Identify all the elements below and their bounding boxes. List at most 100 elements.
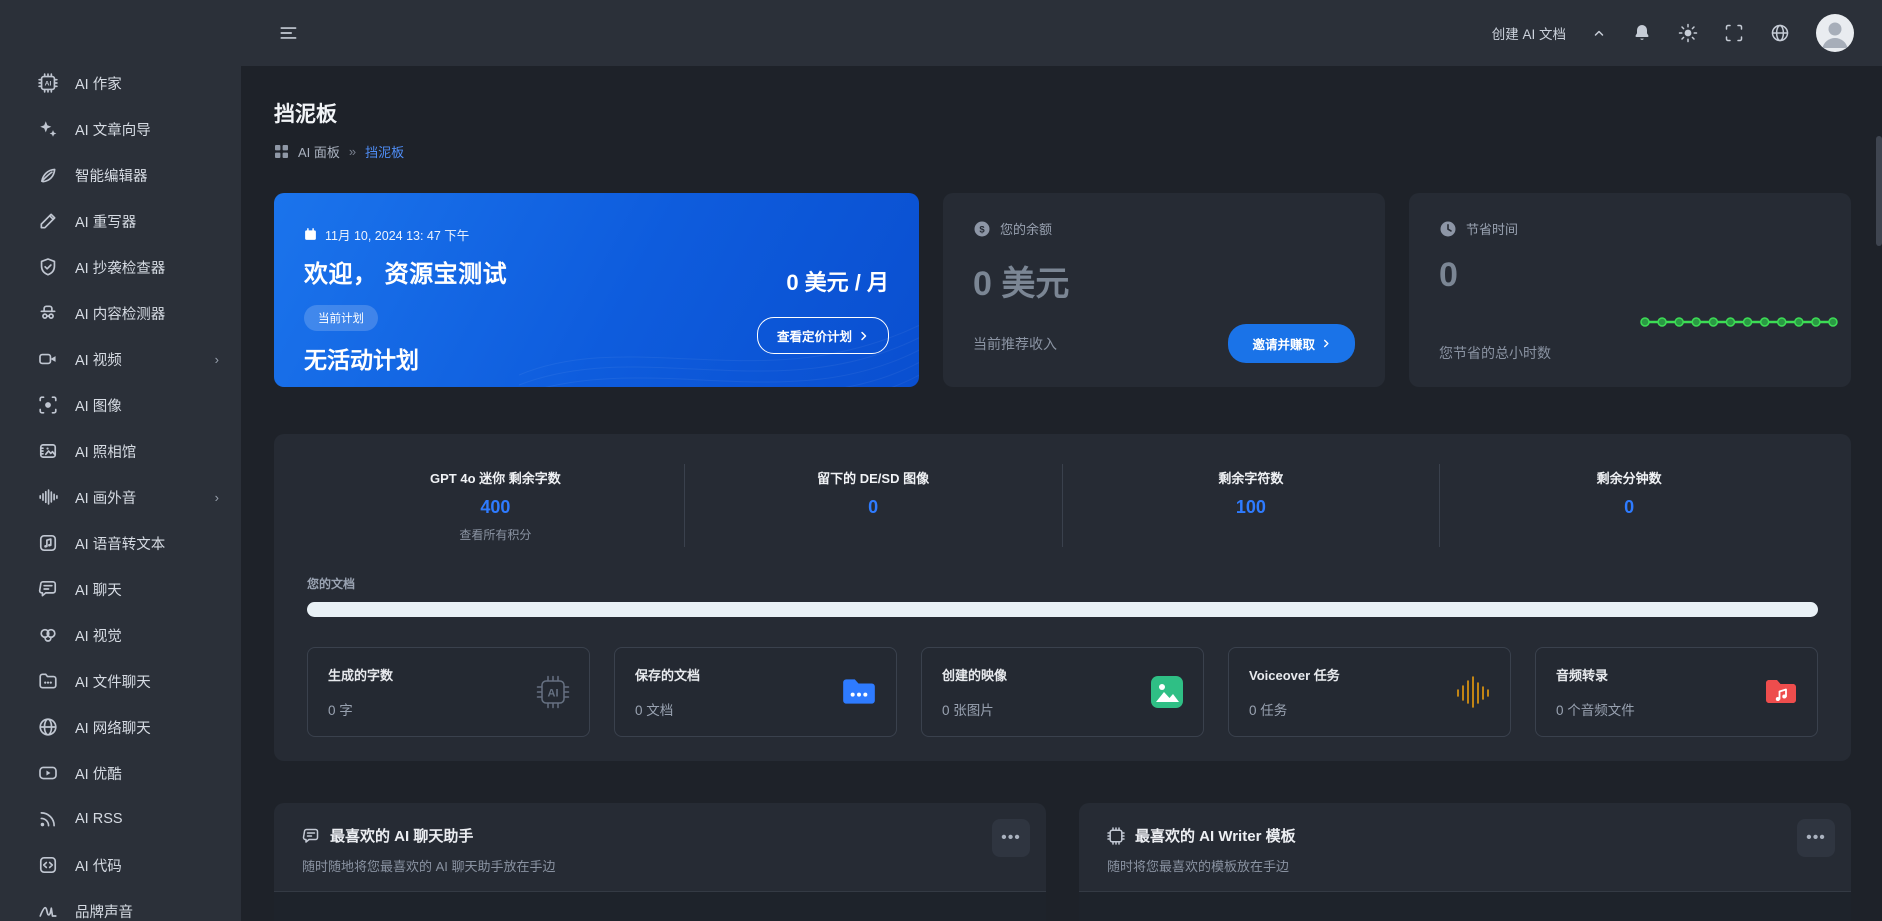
svg-text:$: $ [979,224,985,235]
sidebar-item-smart-editor[interactable]: 智能编辑器 [0,152,241,198]
sidebar-item-ai-rewriter[interactable]: AI 重写器 [0,198,241,244]
svg-text:AI: AI [548,688,559,700]
credit-col-desd-images: 留下的 DE/SD 图像 0 [685,464,1063,547]
page-content: 挡泥板 AI 面板 » 挡泥板 [241,66,1882,921]
create-ai-doc-button[interactable]: 创建 AI 文档 [1492,23,1566,43]
stat-tile-label: 生成的字数 [328,665,569,684]
more-options-button[interactable]: ••• [1797,819,1835,857]
invite-earn-button[interactable]: 邀请并赚取 [1228,324,1355,363]
user-avatar[interactable] [1816,14,1854,52]
credit-link [1450,526,1808,540]
sidebar-item-ai-video[interactable]: AI 视频 › [0,336,241,382]
balance-note: 当前推荐收入 [973,334,1057,354]
breadcrumb: AI 面板 » 挡泥板 [274,142,1851,161]
chevron-right-icon [859,331,869,341]
credit-col-gpt4o-words: GPT 4o 迷你 剩余字数 400 查看所有积分 [307,464,685,547]
main-area: 创建 AI 文档 挡泥板 AI 面板 » 挡泥板 [241,0,1882,921]
sidebar-item-label: AI 文章向导 [75,119,151,140]
top-cards-row: 11月 10, 2024 13: 47 下午 欢迎， 资源宝测试 当前计划 无活… [274,193,1851,387]
sidebar-item-brand-voice[interactable]: 品牌声音 [0,888,241,921]
time-saved-title: 节省时间 [1466,219,1518,238]
stat-tile-images-created: 创建的映像 0 张图片 [921,647,1204,737]
sidebar-item-label: AI 聊天 [75,579,122,600]
sidebar-item-label: AI 作家 [75,73,122,94]
language-globe-icon[interactable] [1770,23,1790,43]
view-all-credits-link[interactable]: 查看所有积分 [317,526,674,543]
balance-amount: 0 美元 [973,256,1355,305]
sidebar-item-ai-rss[interactable]: AI RSS [0,796,241,842]
current-plan-badge: 当前计划 [304,305,378,331]
favorite-chat-subtitle: 随时随地将您最喜欢的 AI 聊天助手放在手边 [302,856,1018,875]
image-capture-icon [38,395,58,415]
sidebar-item-ai-chat[interactable]: AI 聊天 [0,566,241,612]
time-saved-note: 您节省的总小时数 [1439,343,1551,363]
chevron-up-icon[interactable] [1592,26,1606,40]
sidebar-item-ai-file-chat[interactable]: AI 文件聊天 [0,658,241,704]
view-pricing-button[interactable]: 查看定价计划 [757,317,889,354]
pencil-icon [38,211,58,231]
credit-label: 留下的 DE/SD 图像 [695,468,1052,487]
sidebar-item-ai-web-chat[interactable]: AI 网络聊天 [0,704,241,750]
plan-price: 0 美元 / 月 [786,265,889,297]
dollar-coin-icon: $ [973,220,991,238]
shield-check-icon [38,257,58,277]
stat-tile-label: 创建的映像 [942,665,1183,684]
dashboard-grid-icon [274,144,289,159]
chat-bubble-icon [38,579,58,599]
sidebar-item-ai-vision[interactable]: AI 视觉 [0,612,241,658]
stat-tile-value: 0 张图片 [942,699,1183,719]
sidebar-item-speech-to-text[interactable]: AI 语音转文本 [0,520,241,566]
credit-value: 0 [695,497,1052,518]
sidebar-item-label: AI 图像 [75,395,122,416]
theme-sun-icon[interactable] [1678,23,1698,43]
sidebar-item-ai-photo-studio[interactable]: AI 照相馆 [0,428,241,474]
sidebar-item-ai-voiceover[interactable]: AI 画外音 › [0,474,241,520]
sidebar-item-label: AI 网络聊天 [75,717,151,738]
banner-date-row: 11月 10, 2024 13: 47 下午 [304,225,889,244]
ai-chip-icon: AI [535,674,571,710]
chevron-right-icon: › [215,352,219,367]
sidebar-item-label: AI 照相馆 [75,441,136,462]
fullscreen-icon[interactable] [1724,23,1744,43]
sidebar-item-ai-article-wizard[interactable]: AI 文章向导 [0,106,241,152]
more-options-button[interactable]: ••• [992,819,1030,857]
favorite-writer-subtitle: 随时将您最喜欢的模板放在手边 [1107,856,1823,875]
sidebar-item-ai-youtube[interactable]: AI 优酷 [0,750,241,796]
image-icon [1149,674,1185,710]
video-camera-icon [38,349,58,369]
brain-icon [38,625,58,645]
photo-film-icon [38,441,58,461]
sidebar-item-label: AI 抄袭检查器 [75,257,165,278]
stat-tile-words-generated: 生成的字数 0 字 AI [307,647,590,737]
breadcrumb-link-ai-panel[interactable]: AI 面板 [298,142,340,161]
credit-col-minutes: 剩余分钟数 0 [1440,464,1818,547]
stat-tile-audio-transcriptions: 音频转录 0 个音频文件 [1535,647,1818,737]
breadcrumb-current[interactable]: 挡泥板 [365,142,404,161]
sidebar-item-ai-writer[interactable]: AI AI 作家 [0,60,241,106]
banner-date: 11月 10, 2024 13: 47 下午 [325,225,469,244]
credits-panel: GPT 4o 迷你 剩余字数 400 查看所有积分 留下的 DE/SD 图像 0… [274,434,1851,761]
sidebar-item-ai-images[interactable]: AI 图像 [0,382,241,428]
waveform-icon [1454,675,1492,709]
music-square-icon [38,533,58,553]
doc-stats-row: 生成的字数 0 字 AI 保存的文档 0 文档 创建的映像 0 张图片 [307,647,1818,737]
globe-icon [38,717,58,737]
favorite-chat-title: 最喜欢的 AI 聊天助手 [330,825,473,846]
sidebar-item-content-detector[interactable]: AI 内容检测器 [0,290,241,336]
hamburger-menu-icon[interactable] [278,22,300,44]
code-square-icon [38,855,58,875]
sidebar-item-label: AI 文件聊天 [75,671,151,692]
scrollbar-thumb[interactable] [1876,136,1882,246]
favorite-writer-body [1079,891,1851,921]
breadcrumb-separator: » [349,144,356,159]
sidebar: AI AI 作家 AI 文章向导 智能编辑器 AI 重写器 AI 抄袭检查器 A… [0,0,241,921]
waveform-icon [38,487,58,507]
sidebar-item-ai-code[interactable]: AI 代码 [0,842,241,888]
notifications-bell-icon[interactable] [1632,23,1652,43]
sidebar-item-plagiarism-checker[interactable]: AI 抄袭检查器 [0,244,241,290]
scrollbar[interactable] [1876,132,1882,921]
credit-value: 0 [1450,497,1808,518]
ai-chip-icon [1107,827,1125,845]
favorite-chat-assistants-card: 最喜欢的 AI 聊天助手 随时随地将您最喜欢的 AI 聊天助手放在手边 ••• [274,803,1046,921]
sidebar-item-label: AI RSS [75,811,123,827]
